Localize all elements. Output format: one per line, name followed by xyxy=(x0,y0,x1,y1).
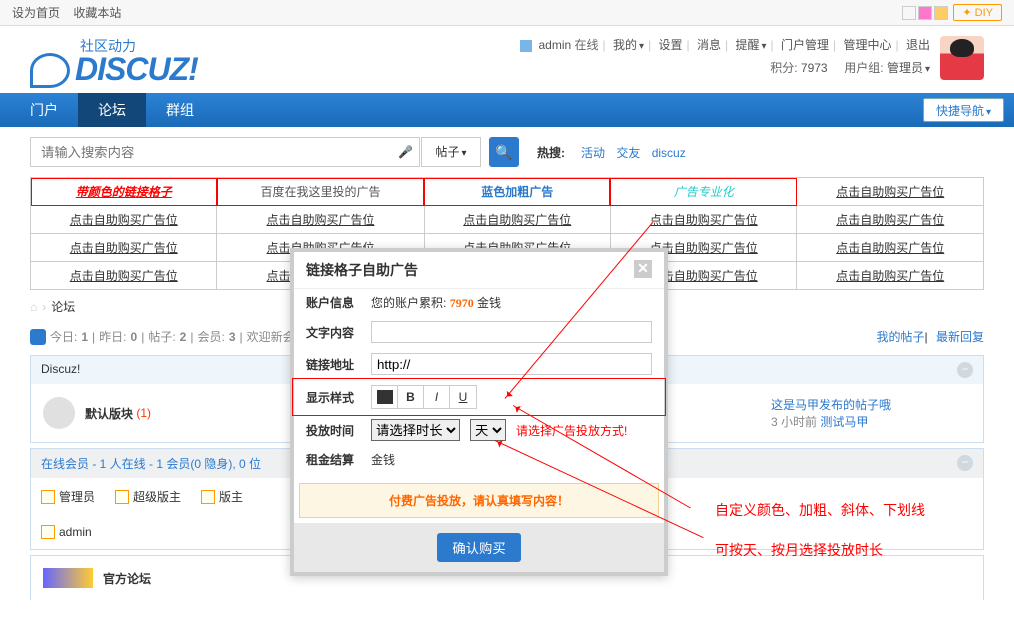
last-post-user[interactable]: 测试马甲 xyxy=(820,415,868,429)
ad-slot[interactable]: 百度在我这里投的广告 xyxy=(260,185,380,199)
collapse-icon[interactable]: − xyxy=(957,362,973,378)
modal-banner: 付费广告投放，请认真填写内容！ xyxy=(299,483,659,518)
alerts-menu[interactable]: 提醒 xyxy=(736,38,767,52)
duration-select[interactable]: 请选择时长 xyxy=(371,419,460,441)
search-button[interactable]: 🔍 xyxy=(489,137,519,167)
hot-link[interactable]: 活动 xyxy=(581,146,605,160)
online-user[interactable]: admin xyxy=(41,525,92,539)
diy-button[interactable]: ✦ DIY xyxy=(953,4,1002,21)
search-input[interactable] xyxy=(30,137,420,167)
messages-link[interactable]: 消息 xyxy=(697,38,721,52)
stats-icon[interactable] xyxy=(30,329,46,345)
ad-slot[interactable]: 带颜色的链接格子 xyxy=(76,185,172,199)
logo[interactable]: 社区动力 DISCUZ! xyxy=(30,36,198,88)
legend-item: 超级版主 xyxy=(115,488,181,505)
official-forum-icon xyxy=(43,568,93,588)
modal-title: 链接格子自助广告 xyxy=(306,260,418,280)
home-icon[interactable]: ⌂ xyxy=(30,300,37,314)
layout-icons[interactable] xyxy=(902,6,948,20)
ad-buy-link[interactable]: 点击自助购买广告位 xyxy=(836,241,944,255)
hot-link[interactable]: discuz xyxy=(652,146,686,160)
quick-nav[interactable]: 快捷导航 xyxy=(923,98,1004,122)
hot-link[interactable]: 交友 xyxy=(616,146,640,160)
admin-center-link[interactable]: 管理中心 xyxy=(844,38,892,52)
hot-search-label: 热搜: xyxy=(537,144,565,161)
duration-unit-select[interactable]: 天 xyxy=(470,419,506,441)
ad-slot[interactable]: 蓝色加粗广告 xyxy=(481,185,553,199)
logout-link[interactable]: 退出 xyxy=(906,38,930,52)
header: 社区动力 DISCUZ! admin 在线| 我的| 设置| 消息| 提醒| 门… xyxy=(0,26,1014,93)
annotation: 可按天、按月选择投放时长 xyxy=(715,540,883,560)
nav-tab-forum[interactable]: 论坛 xyxy=(78,93,146,127)
user-info: admin 在线| 我的| 设置| 消息| 提醒| 门户管理| 管理中心| 退出… xyxy=(520,36,930,76)
ad-modal: 链接格子自助广告 ✕ 账户信息 您的账户累积: 7970 金钱 文字内容 链接地… xyxy=(290,248,668,576)
last-post-title[interactable]: 这是马甲发布的帖子哦 xyxy=(771,398,891,412)
my-menu[interactable]: 我的 xyxy=(613,38,644,52)
usergroup-menu[interactable]: 管理员 xyxy=(887,61,930,75)
forum-count: (1) xyxy=(136,406,151,420)
ad-buy-link[interactable]: 点击自助购买广告位 xyxy=(836,213,944,227)
avatar[interactable] xyxy=(940,36,984,80)
nav-tab-group[interactable]: 群组 xyxy=(146,93,214,127)
legend-item: 管理员 xyxy=(41,488,95,505)
forum-icon xyxy=(43,397,75,429)
online-title: 在线会员 - 1 人在线 - 1 会员(0 隐身), 0 位 xyxy=(41,455,261,472)
ad-slot[interactable]: 广告专业化 xyxy=(674,185,734,199)
user-icon xyxy=(520,40,532,52)
username-link[interactable]: admin xyxy=(539,38,572,52)
ad-link-input[interactable] xyxy=(371,353,652,375)
italic-button[interactable]: I xyxy=(424,386,450,408)
close-icon[interactable]: ✕ xyxy=(634,260,652,278)
ad-buy-link[interactable]: 点击自助购买广告位 xyxy=(463,213,571,227)
mic-icon[interactable]: 🎤 xyxy=(398,145,413,159)
my-posts-link[interactable]: 我的帖子 xyxy=(877,330,925,344)
main-nav: 门户 论坛 群组 快捷导航 xyxy=(0,93,1014,127)
portal-admin-link[interactable]: 门户管理 xyxy=(781,38,829,52)
legend-item: 版主 xyxy=(201,488,243,505)
confirm-button[interactable]: 确认购买 xyxy=(437,533,520,562)
search-bar: 🎤 帖子 🔍 热搜: 活动 交友 discuz xyxy=(0,127,1014,177)
ad-buy-link[interactable]: 点击自助购买广告位 xyxy=(70,213,178,227)
ad-buy-link[interactable]: 点击自助购买广告位 xyxy=(836,269,944,283)
ad-text-input[interactable] xyxy=(371,321,652,343)
collapse-icon[interactable]: − xyxy=(957,455,973,471)
breadcrumb-forum[interactable]: 论坛 xyxy=(51,298,75,315)
underline-button[interactable]: U xyxy=(450,386,476,408)
ad-buy-link[interactable]: 点击自助购买广告位 xyxy=(650,213,758,227)
forum-name-link[interactable]: 默认版块 xyxy=(85,407,133,421)
ad-buy-link[interactable]: 点击自助购买广告位 xyxy=(836,185,944,199)
new-reply-link[interactable]: 最新回复 xyxy=(936,330,984,344)
credits-value[interactable]: 7973 xyxy=(801,61,828,75)
time-warning: 请选择广告投放方式! xyxy=(516,422,627,439)
section-title[interactable]: Discuz! xyxy=(41,362,80,378)
ad-buy-link[interactable]: 点击自助购买广告位 xyxy=(70,241,178,255)
color-picker-button[interactable] xyxy=(372,386,398,408)
nav-tab-portal[interactable]: 门户 xyxy=(10,93,78,127)
set-home-link[interactable]: 设为首页 xyxy=(12,6,60,20)
settings-link[interactable]: 设置 xyxy=(659,38,683,52)
favorite-link[interactable]: 收藏本站 xyxy=(73,6,121,20)
ad-buy-link[interactable]: 点击自助购买广告位 xyxy=(266,213,374,227)
annotation: 自定义颜色、加粗、斜体、下划线 xyxy=(715,500,925,520)
official-forum-title[interactable]: 官方论坛 xyxy=(103,570,151,587)
bold-button[interactable]: B xyxy=(398,386,424,408)
search-type-select[interactable]: 帖子 xyxy=(421,137,481,167)
topbar: 设为首页 收藏本站 ✦ DIY xyxy=(0,0,1014,26)
ad-buy-link[interactable]: 点击自助购买广告位 xyxy=(70,269,178,283)
